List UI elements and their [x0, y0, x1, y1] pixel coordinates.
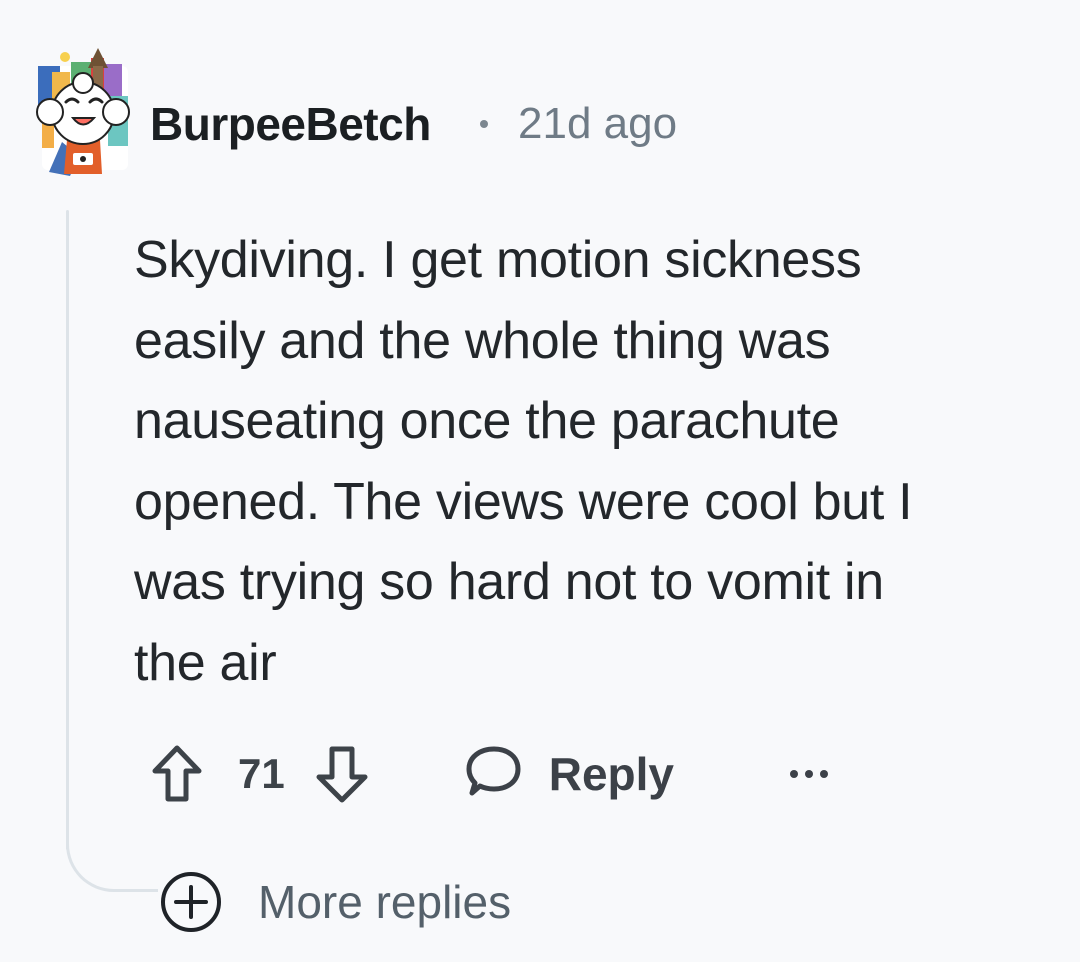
- plus-circle-icon: [158, 869, 224, 935]
- thread-branch-line: [66, 818, 158, 892]
- comment-line: easily and the whole thing was: [134, 311, 831, 370]
- meta-separator-dot: [480, 120, 488, 128]
- ellipsis-icon[interactable]: [784, 749, 834, 799]
- arrow-up-icon[interactable]: [150, 743, 204, 805]
- comment-screenshot: BurpeeBetch 21d ago Skydiving. I get mot…: [0, 0, 1080, 962]
- thread-line[interactable]: [66, 210, 69, 850]
- comment-timestamp[interactable]: 21d ago: [518, 96, 677, 152]
- comment-line: the air: [134, 633, 277, 692]
- user-avatar[interactable]: [34, 48, 132, 176]
- more-replies-label: More replies: [258, 876, 512, 928]
- more-replies-button[interactable]: More replies: [158, 868, 511, 936]
- reply-label: Reply: [548, 748, 674, 800]
- vote-score: 71: [238, 750, 285, 797]
- comment-line: was trying so hard not to vomit in: [134, 553, 884, 611]
- reply-button[interactable]: Reply: [463, 738, 674, 810]
- speech-bubble-icon: [463, 745, 523, 803]
- comment-line: Skydiving. I get motion sickness: [134, 231, 862, 289]
- comment-author[interactable]: BurpeeBetch: [150, 96, 431, 152]
- comment-body: Skydiving. I get motion sickness easily …: [134, 220, 1034, 703]
- comment-line: nauseating once the parachute: [134, 392, 840, 450]
- snoo-avatar-icon: [36, 48, 130, 176]
- comment-actions: 71 Reply: [150, 738, 834, 810]
- arrow-down-icon[interactable]: [313, 743, 371, 805]
- comment-line: opened. The views were cool but I: [134, 472, 913, 531]
